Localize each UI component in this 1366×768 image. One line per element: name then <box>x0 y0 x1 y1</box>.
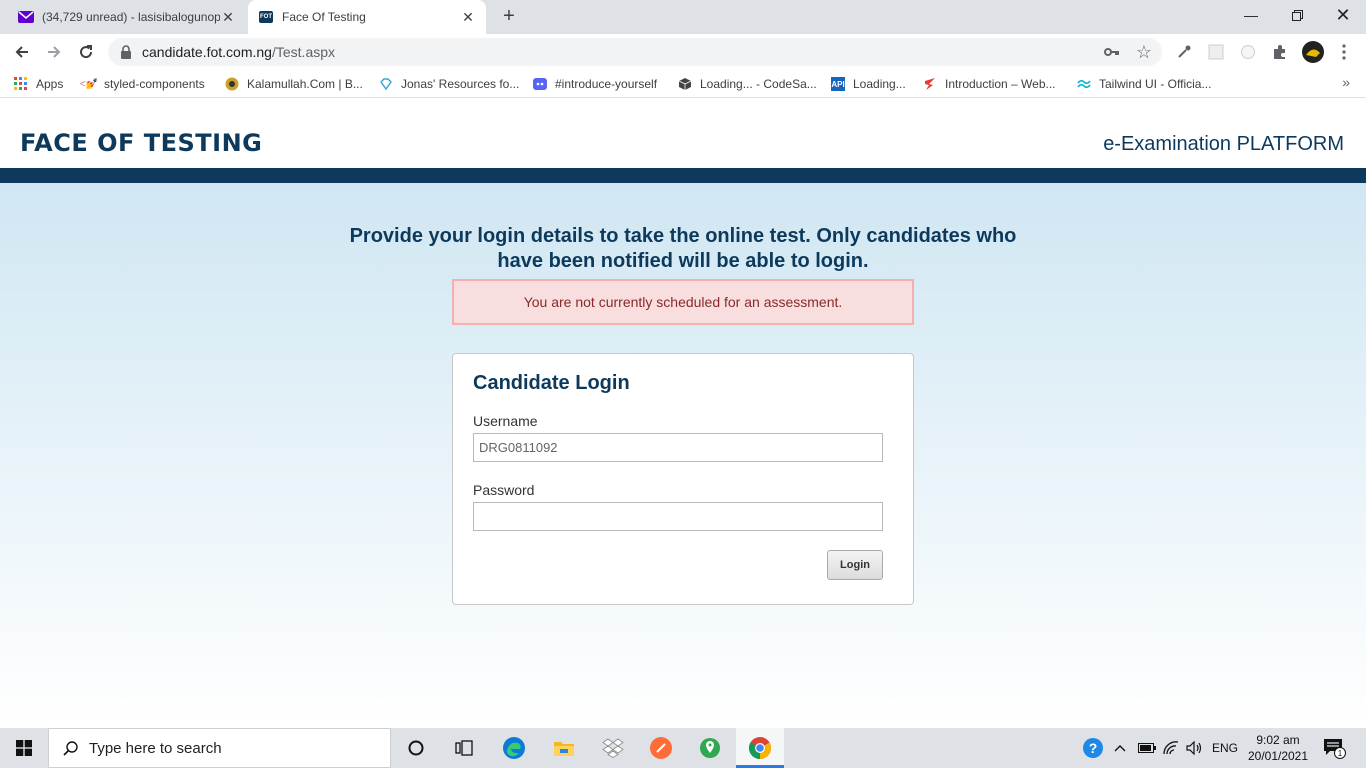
bookmark-label: Kalamullah.Com | B... <box>247 77 363 91</box>
bookmark-label: Jonas' Resources fo... <box>401 77 520 91</box>
reload-button[interactable] <box>72 38 100 66</box>
browser-tab-strip: (34,729 unread) - lasisibalogunop ✕ FOT … <box>0 0 1366 34</box>
dropbox-icon[interactable] <box>589 728 637 768</box>
bookmarks-overflow-icon[interactable]: » <box>1342 74 1350 90</box>
battery-icon[interactable] <box>1138 728 1156 768</box>
bookmark-label: styled-components <box>104 77 205 91</box>
diamond-icon <box>379 77 393 91</box>
close-window-button[interactable]: ✕ <box>1320 0 1366 30</box>
bookmark-label: Loading... <box>853 77 906 91</box>
login-instructions: Provide your login details to take the o… <box>349 225 1017 272</box>
windows-taskbar: Type here to search ? ENG 9:02 am 20/01/… <box>0 728 1366 768</box>
bookmark-label: Loading... - CodeSa... <box>700 77 817 91</box>
taskbar-search-input[interactable]: Type here to search <box>48 728 391 768</box>
password-label: Password <box>473 482 535 498</box>
bookmark-apps[interactable]: Apps <box>14 75 63 93</box>
svg-text:?: ? <box>1089 740 1098 756</box>
search-placeholder: Type here to search <box>89 739 222 757</box>
tab-title: Face Of Testing <box>282 10 366 24</box>
cortana-icon[interactable] <box>392 728 440 768</box>
back-button[interactable] <box>8 38 36 66</box>
maps-app-icon[interactable] <box>686 728 734 768</box>
login-panel: Candidate Login Username Password Login <box>452 353 914 605</box>
page-viewport: FACE OF TESTING e-Examination PLATFORM P… <box>0 103 1366 728</box>
username-label: Username <box>473 413 538 429</box>
forward-button[interactable] <box>40 38 68 66</box>
bookmarks-bar: Apps <💅 styled-components Kalamullah.Com… <box>0 70 1366 98</box>
bookmark-tailwind[interactable]: Tailwind UI - Officia... <box>1077 75 1211 93</box>
eyedropper-extension-icon[interactable] <box>1174 42 1194 62</box>
bookmark-discord[interactable]: #introduce-yourself <box>533 75 657 93</box>
tab-title: (34,729 unread) - lasisibalogunop <box>42 10 220 24</box>
browser-toolbar: candidate.fot.com.ng/Test.aspx ☆ <box>0 34 1366 70</box>
volume-icon[interactable] <box>1186 728 1204 768</box>
clock-date: 20/01/2021 <box>1247 749 1309 763</box>
file-explorer-icon[interactable] <box>540 728 588 768</box>
password-input[interactable] <box>473 502 883 531</box>
site-brand: FACE OF TESTING <box>20 129 263 157</box>
close-tab-icon[interactable]: ✕ <box>460 9 476 26</box>
extension-icon[interactable] <box>1238 42 1258 62</box>
url-path: /Test.aspx <box>271 44 336 60</box>
webpack-icon <box>923 77 937 91</box>
postman-icon[interactable] <box>637 728 685 768</box>
tray-chevron-up-icon[interactable] <box>1114 728 1126 768</box>
close-tab-icon[interactable]: ✕ <box>220 9 236 26</box>
system-clock[interactable]: 9:02 am 20/01/2021 <box>1238 732 1318 764</box>
bookmark-jonas[interactable]: Jonas' Resources fo... <box>379 75 519 93</box>
platform-title: e-Examination PLATFORM <box>1103 133 1344 155</box>
edge-browser-icon[interactable] <box>490 728 538 768</box>
site-header: FACE OF TESTING e-Examination PLATFORM <box>0 103 1366 168</box>
restore-button[interactable] <box>1274 0 1320 30</box>
tab-yahoo-mail[interactable]: (34,729 unread) - lasisibalogunop ✕ <box>8 0 246 34</box>
bookmark-label: Introduction – Web... <box>945 77 1056 91</box>
bookmark-label: Tailwind UI - Officia... <box>1099 77 1212 91</box>
login-panel-title: Candidate Login <box>473 372 630 394</box>
clock-time: 9:02 am <box>1256 733 1300 747</box>
puzzle-extensions-icon[interactable] <box>1270 42 1290 62</box>
minimize-button[interactable]: — <box>1228 0 1274 30</box>
bookmark-codesandbox[interactable]: Loading... - CodeSa... <box>678 75 817 93</box>
header-bar <box>0 168 1366 183</box>
fot-icon: FOT <box>258 9 274 25</box>
tailwind-icon <box>1077 77 1091 91</box>
key-icon[interactable] <box>1102 42 1122 62</box>
bookmark-styled-components[interactable]: <💅 styled-components <box>79 75 205 93</box>
error-alert: You are not currently scheduled for an a… <box>452 279 914 325</box>
kalamullah-icon <box>225 77 239 91</box>
extension-icon[interactable] <box>1206 42 1226 62</box>
lock-icon <box>120 45 134 59</box>
url-host: candidate.fot.com.ng <box>142 44 272 60</box>
bookmark-label: #introduce-yourself <box>555 77 658 91</box>
help-icon[interactable]: ? <box>1082 728 1104 768</box>
codesandbox-icon <box>678 77 692 91</box>
notification-center-icon[interactable]: 1 <box>1322 728 1346 768</box>
windows-start-icon[interactable] <box>0 728 48 768</box>
profile-avatar[interactable] <box>1302 41 1324 63</box>
task-view-icon[interactable] <box>440 728 488 768</box>
styled-components-icon: <💅 <box>79 78 99 90</box>
apps-grid-icon <box>14 77 28 91</box>
new-tab-button[interactable]: + <box>498 6 520 28</box>
address-bar[interactable]: candidate.fot.com.ng/Test.aspx <box>108 38 1162 66</box>
discord-icon <box>533 77 547 91</box>
search-icon <box>63 740 79 756</box>
yahoo-mail-icon <box>18 9 34 25</box>
tab-face-of-testing[interactable]: FOT Face Of Testing ✕ <box>248 0 486 34</box>
bookmark-introduction[interactable]: Introduction – Web... <box>923 75 1056 93</box>
notification-count: 1 <box>1338 749 1343 758</box>
login-button[interactable]: Login <box>827 550 883 580</box>
bookmark-api[interactable]: API Loading... <box>831 75 906 93</box>
username-input[interactable] <box>473 433 883 462</box>
bookmark-star-icon[interactable]: ☆ <box>1134 42 1154 62</box>
language-indicator[interactable]: ENG <box>1212 728 1238 768</box>
bookmark-kalamullah[interactable]: Kalamullah.Com | B... <box>225 75 363 93</box>
wifi-icon[interactable] <box>1162 728 1180 768</box>
bookmark-label: Apps <box>36 77 64 91</box>
chrome-taskbar-icon[interactable] <box>736 728 784 768</box>
menu-kebab-icon[interactable] <box>1334 42 1354 62</box>
api-icon: API <box>831 77 845 91</box>
